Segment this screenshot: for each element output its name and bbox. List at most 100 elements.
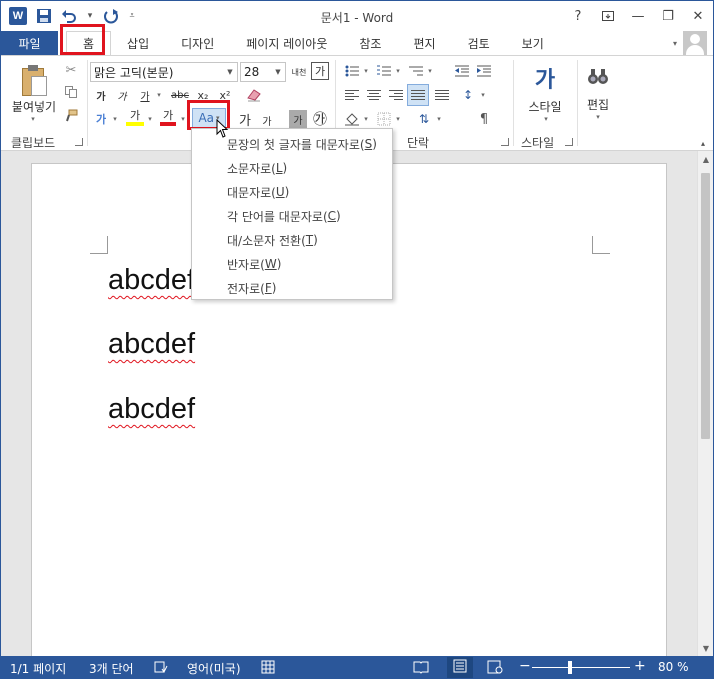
menu-item-uppercase[interactable]: 대문자로(U) bbox=[192, 180, 392, 204]
sort-icon[interactable]: ⇅ bbox=[415, 110, 433, 128]
zoom-out-button[interactable]: − bbox=[519, 658, 531, 674]
styles-icon[interactable]: 가 bbox=[529, 62, 561, 94]
menu-item-toggle-case[interactable]: 대/소문자 전환(T) bbox=[192, 228, 392, 252]
restore-button[interactable]: ❐ bbox=[653, 1, 683, 31]
italic-button[interactable]: 가 bbox=[114, 86, 130, 104]
paste-button[interactable]: 붙여넣기 bbox=[7, 98, 61, 114]
increase-indent-icon[interactable] bbox=[475, 62, 493, 80]
clear-formatting-icon[interactable] bbox=[245, 86, 263, 104]
word-app-icon[interactable]: W bbox=[9, 7, 27, 25]
paste-icon[interactable] bbox=[19, 64, 49, 98]
clipboard-launcher-icon[interactable] bbox=[75, 138, 83, 146]
format-painter-icon[interactable] bbox=[63, 108, 79, 124]
undo-icon[interactable] bbox=[61, 8, 77, 24]
user-avatar[interactable] bbox=[683, 31, 707, 55]
line-spacing-icon[interactable]: ↕ bbox=[459, 86, 477, 104]
language-indicator[interactable]: 영어(미국) bbox=[187, 660, 241, 677]
scroll-up-icon[interactable]: ▲ bbox=[698, 151, 714, 167]
cut-icon[interactable]: ✂ bbox=[63, 62, 79, 78]
tab-review[interactable]: 검토 bbox=[452, 31, 506, 55]
tab-references[interactable]: 참조 bbox=[343, 31, 397, 55]
document-line[interactable]: abcdef bbox=[108, 328, 195, 361]
tab-insert[interactable]: 삽입 bbox=[111, 31, 165, 55]
grow-font-button[interactable]: 가 bbox=[237, 110, 253, 129]
align-center-icon[interactable] bbox=[365, 86, 383, 104]
document-line[interactable]: abcdef bbox=[108, 264, 195, 297]
vertical-scrollbar[interactable]: ▲ ▼ bbox=[697, 151, 713, 656]
text-effects-dropdown-icon[interactable]: ▾ bbox=[111, 110, 119, 128]
menu-item-capitalize-each-word[interactable]: 각 단어를 대문자로(C) bbox=[192, 204, 392, 228]
zoom-slider-thumb[interactable] bbox=[568, 661, 572, 674]
font-name-dropdown-icon[interactable]: ▼ bbox=[223, 68, 237, 76]
distributed-icon[interactable] bbox=[433, 86, 451, 104]
multilevel-list-icon[interactable] bbox=[405, 62, 427, 80]
zoom-in-button[interactable]: + bbox=[634, 658, 646, 674]
scrollbar-thumb[interactable] bbox=[701, 173, 710, 439]
decrease-indent-icon[interactable] bbox=[453, 62, 471, 80]
tab-design[interactable]: 디자인 bbox=[165, 31, 230, 55]
multilevel-list-dropdown-icon[interactable]: ▾ bbox=[426, 62, 434, 80]
macro-recording-icon[interactable] bbox=[261, 660, 275, 677]
highlight-dropdown-icon[interactable]: ▾ bbox=[146, 110, 154, 128]
menu-item-half-width[interactable]: 반자로(W) bbox=[192, 252, 392, 276]
show-marks-icon[interactable]: ¶ bbox=[475, 110, 493, 128]
save-icon[interactable] bbox=[36, 8, 52, 24]
word-count[interactable]: 3개 단어 bbox=[89, 660, 134, 677]
print-layout-icon[interactable] bbox=[447, 657, 473, 678]
styles-dropdown-icon[interactable]: ▾ bbox=[541, 114, 551, 124]
document-line[interactable]: abcdef bbox=[108, 393, 195, 426]
editing-button[interactable]: 편집 bbox=[581, 96, 615, 112]
numbering-dropdown-icon[interactable]: ▾ bbox=[394, 62, 402, 80]
char-shading-button[interactable]: 가 bbox=[289, 110, 307, 128]
copy-icon[interactable] bbox=[63, 84, 79, 100]
scroll-down-icon[interactable]: ▼ bbox=[698, 640, 714, 656]
highlight-button[interactable]: 가 bbox=[126, 108, 144, 126]
borders-dropdown-icon[interactable]: ▾ bbox=[394, 110, 402, 128]
web-layout-icon[interactable] bbox=[487, 660, 503, 677]
ribbon-display-button[interactable] bbox=[593, 1, 623, 31]
shading-dropdown-icon[interactable]: ▾ bbox=[362, 110, 370, 128]
font-size-dropdown-icon[interactable]: ▼ bbox=[271, 68, 285, 76]
menu-item-full-width[interactable]: 전자로(F) bbox=[192, 276, 392, 300]
enclose-char-button[interactable]: 가 bbox=[311, 62, 329, 80]
customize-qat-icon[interactable]: ⩡ bbox=[128, 8, 136, 24]
tab-view[interactable]: 보기 bbox=[506, 31, 560, 55]
align-left-icon[interactable] bbox=[343, 86, 361, 104]
bullets-icon[interactable] bbox=[341, 62, 363, 80]
styles-launcher-icon[interactable] bbox=[565, 138, 573, 146]
proofing-icon[interactable] bbox=[154, 660, 168, 677]
zoom-level[interactable]: 80 % bbox=[658, 660, 689, 674]
font-size-combo[interactable]: 28 ▼ bbox=[240, 62, 286, 82]
collapse-ribbon-icon[interactable]: ▴ bbox=[697, 138, 709, 148]
text-effects-button[interactable]: 가 bbox=[93, 110, 109, 128]
minimize-button[interactable]: — bbox=[623, 1, 653, 31]
align-right-icon[interactable] bbox=[387, 86, 405, 104]
underline-dropdown-icon[interactable]: ▾ bbox=[155, 86, 163, 104]
underline-button[interactable]: 가 bbox=[137, 86, 153, 104]
line-spacing-dropdown-icon[interactable]: ▾ bbox=[479, 86, 487, 104]
help-button[interactable]: ? bbox=[563, 1, 593, 31]
sort-dropdown-icon[interactable]: ▾ bbox=[435, 110, 443, 128]
collapse-ribbon-icon[interactable]: ▾ bbox=[673, 39, 677, 48]
enclosed-char-button[interactable]: ㉮ bbox=[311, 110, 329, 128]
font-color-button[interactable]: 가 bbox=[160, 108, 176, 126]
font-color-dropdown-icon[interactable]: ▾ bbox=[179, 110, 187, 128]
bold-button[interactable]: 가 bbox=[93, 86, 109, 104]
bullets-dropdown-icon[interactable]: ▾ bbox=[362, 62, 370, 80]
tab-mailings[interactable]: 편지 bbox=[397, 31, 451, 55]
redo-icon[interactable] bbox=[103, 8, 119, 24]
shrink-font-button[interactable]: 가 bbox=[259, 112, 275, 128]
editing-icon[interactable] bbox=[585, 64, 611, 90]
page-count[interactable]: 1/1 페이지 bbox=[10, 660, 66, 677]
tab-page-layout[interactable]: 페이지 레이아웃 bbox=[230, 31, 343, 55]
read-mode-icon[interactable] bbox=[413, 660, 429, 677]
phonetic-guide-button[interactable]: 내천 bbox=[289, 62, 309, 82]
close-button[interactable]: ✕ bbox=[683, 1, 713, 31]
zoom-slider[interactable] bbox=[532, 667, 630, 668]
font-name-combo[interactable]: 맑은 고딕(본문) ▼ bbox=[90, 62, 238, 82]
justify-icon[interactable] bbox=[407, 84, 429, 106]
styles-button[interactable]: 스타일 bbox=[522, 98, 568, 114]
menu-item-lowercase[interactable]: 소문자로(L) bbox=[192, 156, 392, 180]
paste-dropdown-icon[interactable]: ▾ bbox=[25, 114, 41, 124]
borders-icon[interactable] bbox=[375, 110, 393, 128]
